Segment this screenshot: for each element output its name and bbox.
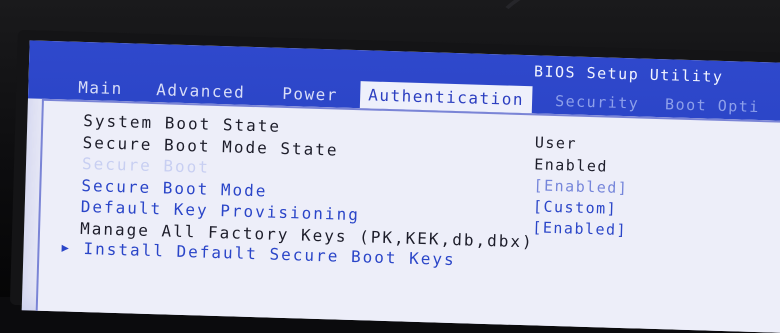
tab-advanced[interactable]: Advanced bbox=[156, 78, 246, 104]
submenu-arrow-icon: ▶ bbox=[61, 240, 70, 255]
tab-security[interactable]: Security bbox=[555, 90, 640, 115]
monitor-bezel: BIOS Setup Utility Main Advanced Power A… bbox=[9, 30, 780, 333]
setting-value-default-key-provisioning[interactable]: [Enabled] bbox=[532, 218, 627, 239]
tab-main[interactable]: Main bbox=[78, 76, 123, 100]
setting-label-secure-boot[interactable]: Secure Boot bbox=[82, 154, 210, 177]
settings-panel: System Boot State User Secure Boot Mode … bbox=[35, 98, 780, 333]
setting-value-system-boot-state: User bbox=[534, 133, 578, 153]
setting-value-secure-boot-mode[interactable]: [Custom] bbox=[533, 197, 618, 217]
setting-value-secure-boot-mode-state: Enabled bbox=[533, 155, 609, 176]
bios-screen: BIOS Setup Utility Main Advanced Power A… bbox=[21, 40, 780, 333]
setting-label-system-boot-state: System Boot State bbox=[83, 110, 282, 136]
utility-title: BIOS Setup Utility bbox=[533, 62, 724, 86]
tab-power[interactable]: Power bbox=[282, 82, 338, 107]
tab-boot-options[interactable]: Boot Opti bbox=[665, 93, 760, 119]
setting-value-secure-boot[interactable]: [Enabled] bbox=[533, 176, 628, 197]
